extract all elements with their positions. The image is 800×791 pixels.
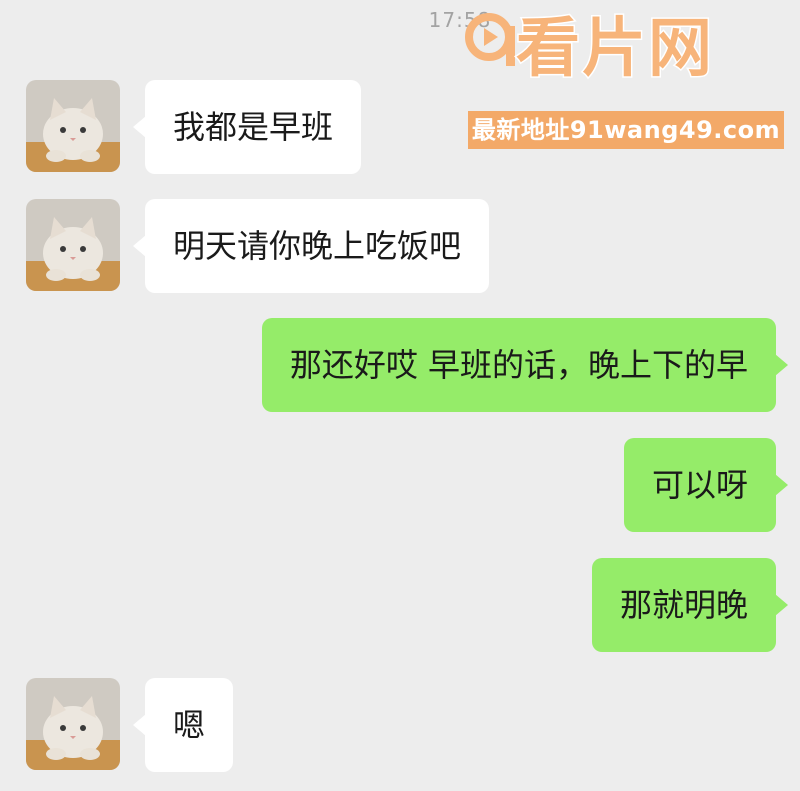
message-bubble-incoming[interactable]: 我都是早班 <box>132 80 362 174</box>
watermark-title: 看片网 <box>515 11 714 88</box>
message-bubble-incoming[interactable]: 嗯 <box>132 678 234 772</box>
message-bubble-outgoing[interactable]: 那还好哎 早班的话，晚上下的早 <box>261 318 789 412</box>
message-bubble-incoming[interactable]: 明天请你晚上吃饭吧 <box>132 199 490 293</box>
contact-avatar[interactable] <box>26 199 120 291</box>
message-bubble-outgoing[interactable]: 可以呀 <box>623 438 789 532</box>
message-bubble-outgoing[interactable]: 那就明晚 <box>591 558 789 652</box>
cat-avatar-icon <box>26 678 120 770</box>
cat-avatar-icon <box>26 80 120 172</box>
cat-avatar-icon <box>26 199 120 291</box>
watermark-url: 最新地址91wang49.com <box>468 111 784 149</box>
watermark: 看片网 最新地址91wang49.com <box>462 10 784 152</box>
watermark-logo-icon <box>465 13 515 66</box>
contact-avatar[interactable] <box>26 80 120 172</box>
contact-avatar[interactable] <box>26 678 120 770</box>
